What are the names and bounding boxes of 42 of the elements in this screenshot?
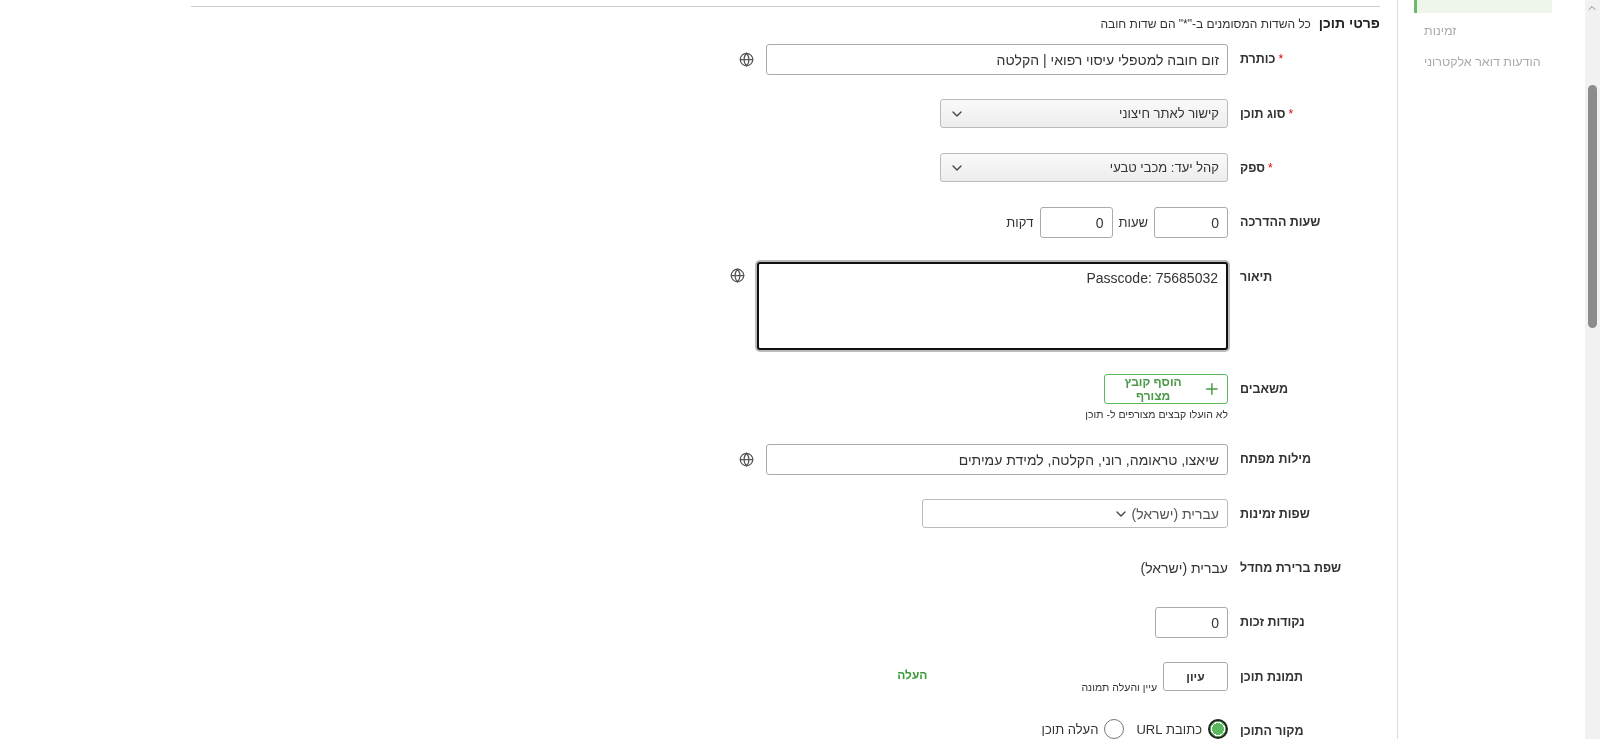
- globe-icon[interactable]: [739, 52, 754, 67]
- field-label: משאבים: [1240, 382, 1289, 396]
- minutes-field[interactable]: 0: [1039, 207, 1113, 238]
- attachments-note: לא הועלו קבצים מצורפים ל- תוכן: [1085, 408, 1228, 420]
- required-note: כל השדות המסומנים ב-"*" הם שדות חובה: [1100, 17, 1311, 31]
- browse-button[interactable]: עיון: [1163, 662, 1228, 691]
- add-attachment-button[interactable]: הוסף קובץ מצורף: [1104, 374, 1228, 404]
- field-label: ספק: [1240, 161, 1265, 175]
- globe-icon[interactable]: [730, 268, 745, 283]
- text-field[interactable]: זום חובה למטפלי עיסוי רפואי | הקלטה: [766, 44, 1228, 75]
- scrollbar-thumb[interactable]: [1588, 85, 1597, 328]
- image-hint: עיין והעלה תמונה: [1081, 681, 1157, 693]
- section-title: פרטי תוכן: [1318, 15, 1380, 31]
- field-label: מקור התוכן: [1240, 724, 1304, 738]
- required-mark: *: [1288, 107, 1294, 121]
- dropdown[interactable]: קישור לאתר חיצוני: [940, 99, 1228, 128]
- required-mark: *: [1267, 161, 1273, 175]
- minutes-unit: דקות: [1006, 215, 1034, 230]
- field-label: תיאור: [1240, 270, 1273, 284]
- field-label: מילות מפתח: [1240, 452, 1312, 466]
- hours-unit: שעות: [1118, 215, 1148, 230]
- field-label: שפת ברירת מחדל: [1240, 561, 1342, 575]
- number-field[interactable]: 0: [1155, 607, 1228, 638]
- required-mark: *: [1278, 52, 1284, 66]
- radio-icon[interactable]: [1104, 719, 1125, 739]
- field-label: נקודות זכות: [1240, 615, 1305, 629]
- globe-icon[interactable]: [739, 452, 754, 467]
- radio-option[interactable]: העלה תוכן: [1041, 719, 1125, 739]
- upload-link[interactable]: העלה: [897, 668, 928, 682]
- default-language-value: עברית (ישראל): [1139, 559, 1228, 578]
- field-label: סוג תוכן: [1240, 107, 1286, 121]
- text-field[interactable]: שיאצו, טראומה, רוני, הקלטה, למידת עמיתים: [766, 444, 1228, 475]
- field-label: תמונת תוכן: [1240, 670, 1304, 684]
- radio-option[interactable]: כתובת URL: [1136, 719, 1228, 739]
- dropdown[interactable]: עברית (ישראל): [922, 499, 1228, 528]
- description-field[interactable]: Passcode: 75685032: [757, 262, 1228, 350]
- hours-field[interactable]: 0: [1154, 207, 1228, 238]
- dropdown[interactable]: קהל יעד: מכבי טבעי: [940, 153, 1228, 182]
- field-label: כותרת: [1240, 52, 1276, 66]
- radio-icon[interactable]: [1208, 719, 1228, 739]
- field-label: שפות זמינות: [1240, 507, 1310, 521]
- field-label: שעות ההדרכה: [1240, 215, 1321, 229]
